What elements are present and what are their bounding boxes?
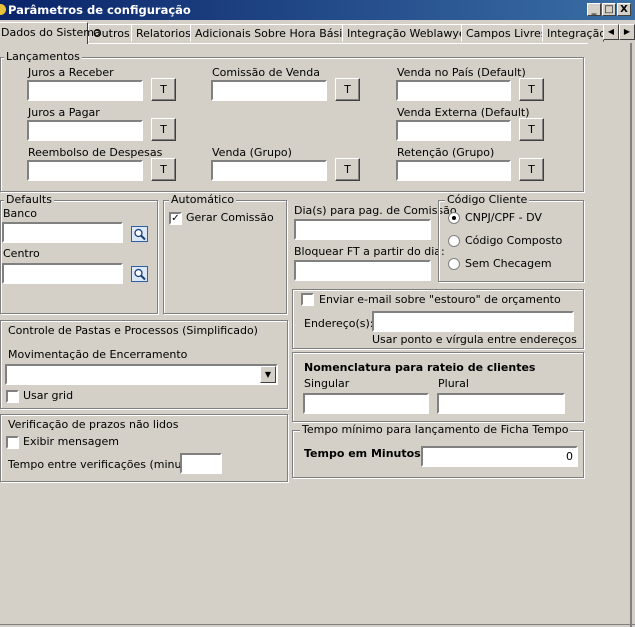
automatico-legend: Automático — [169, 193, 237, 206]
minimize-button[interactable]: _ — [587, 3, 601, 16]
juros-receber-label: Juros a Receber — [28, 66, 114, 79]
tab-adicionais[interactable]: Adicionais Sobre Hora Básica — [190, 24, 361, 42]
app-icon — [0, 4, 6, 15]
enderecos-hint: Usar ponto e vírgula entre endereços — [372, 333, 577, 346]
venda-pais-label: Venda no País (Default) — [397, 66, 526, 79]
centro-label: Centro — [3, 247, 40, 260]
centro-input[interactable] — [2, 263, 123, 284]
juros-receber-input[interactable] — [27, 80, 143, 101]
venda-pais-input[interactable] — [396, 80, 511, 101]
pastas-title: Controle de Pastas e Processos (Simplifi… — [8, 324, 258, 337]
venda-externa-t-button[interactable]: T — [519, 118, 544, 141]
maximize-button[interactable]: □ — [602, 3, 616, 16]
enderecos-label: Endereço(s): — [304, 317, 374, 330]
verificacao-title: Verificação de prazos não lidos — [8, 418, 179, 431]
singular-input[interactable] — [303, 393, 429, 414]
exibir-mensagem-checkbox[interactable] — [6, 436, 19, 449]
codigo-cliente-legend: Código Cliente — [445, 193, 530, 206]
retencao-grupo-label: Retenção (Grupo) — [397, 146, 495, 159]
retencao-grupo-input[interactable] — [396, 160, 511, 181]
radio-selected-dot — [452, 216, 456, 220]
tab-strip: Dados do Sistema Outros Relatorios Adici… — [0, 22, 635, 44]
tempo-minimo-legend: Tempo mínimo para lançamento de Ficha Te… — [300, 423, 571, 436]
tab-scroll-left-icon[interactable]: ◀ — [603, 24, 619, 40]
reembolso-label: Reembolso de Despesas — [28, 146, 163, 159]
bloquear-ft-input[interactable] — [294, 260, 431, 281]
plural-input[interactable] — [437, 393, 565, 414]
venda-pais-t-button[interactable]: T — [519, 78, 544, 101]
window-bottom-edge — [0, 624, 635, 625]
gerar-comissao-label: Gerar Comissão — [186, 211, 274, 224]
comissao-venda-t-button[interactable]: T — [335, 78, 360, 101]
defaults-legend: Defaults — [4, 193, 54, 206]
tempo-minutos-label: Tempo em Minutos — [304, 447, 421, 460]
banco-label: Banco — [3, 207, 38, 220]
movimentacao-select[interactable]: ▼ — [5, 364, 278, 385]
radio-cnpj-cpf[interactable] — [448, 212, 460, 224]
dias-pag-comissao-input[interactable] — [294, 219, 431, 240]
juros-receber-t-button[interactable]: T — [151, 78, 176, 101]
venda-grupo-input[interactable] — [211, 160, 327, 181]
chevron-down-icon[interactable]: ▼ — [260, 366, 276, 383]
enderecos-input[interactable] — [372, 311, 574, 332]
tempo-entre-label: Tempo entre verificações (minutos): — [8, 458, 207, 471]
venda-grupo-t-button[interactable]: T — [335, 158, 360, 181]
comissao-venda-input[interactable] — [211, 80, 327, 101]
retencao-grupo-t-button[interactable]: T — [519, 158, 544, 181]
tab-integracao-weblawyer[interactable]: Integração Weblawyer — [342, 24, 476, 42]
banco-lookup-icon[interactable] — [131, 226, 148, 242]
usar-grid-checkbox[interactable] — [6, 390, 19, 403]
tempo-entre-input[interactable] — [180, 453, 222, 474]
usar-grid-label: Usar grid — [23, 389, 74, 402]
nomenclatura-title: Nomenclatura para rateio de clientes — [304, 361, 536, 374]
radio-sem-checagem-label: Sem Checagem — [465, 257, 552, 270]
venda-externa-input[interactable] — [396, 120, 511, 141]
tab-scroll-right-icon[interactable]: ▶ — [619, 24, 635, 40]
tempo-minutos-input[interactable] — [421, 446, 578, 467]
juros-pagar-t-button[interactable]: T — [151, 118, 176, 141]
enviar-email-checkbox[interactable] — [301, 293, 314, 306]
window-title: Parâmetros de configuração — [8, 3, 191, 17]
centro-lookup-icon[interactable] — [131, 266, 148, 282]
tab-campos-livres[interactable]: Campos Livres — [461, 24, 552, 42]
exibir-mensagem-label: Exibir mensagem — [23, 435, 119, 448]
radio-codigo-composto-label: Código Composto — [465, 234, 563, 247]
gerar-comissao-checkbox[interactable]: ✓ — [169, 212, 182, 225]
radio-cnpj-cpf-label: CNPJ/CPF - DV — [465, 211, 542, 224]
radio-codigo-composto[interactable] — [448, 235, 460, 247]
reembolso-input[interactable] — [27, 160, 143, 181]
singular-label: Singular — [304, 377, 350, 390]
movimentacao-label: Movimentação de Encerramento — [8, 348, 188, 361]
plural-label: Plural — [438, 377, 469, 390]
title-bar: Parâmetros de configuração _ □ X — [0, 0, 635, 20]
tab-dados-do-sistema[interactable]: Dados do Sistema — [0, 22, 101, 44]
reembolso-t-button[interactable]: T — [151, 158, 176, 181]
venda-externa-label: Venda Externa (Default) — [397, 106, 530, 119]
tab-relatorios[interactable]: Relatorios — [131, 24, 196, 42]
lancamentos-legend: Lançamentos — [4, 50, 82, 63]
tab-integracao[interactable]: Integração — [542, 24, 604, 42]
juros-pagar-input[interactable] — [27, 120, 143, 141]
bloquear-ft-label: Bloquear FT a partir do dia: — [294, 245, 445, 258]
close-button[interactable]: X — [617, 3, 631, 16]
radio-sem-checagem[interactable] — [448, 258, 460, 270]
venda-grupo-label: Venda (Grupo) — [212, 146, 292, 159]
comissao-venda-label: Comissão de Venda — [212, 66, 320, 79]
banco-input[interactable] — [2, 222, 123, 243]
enviar-email-label: Enviar e-mail sobre "estouro" de orçamen… — [319, 293, 561, 306]
juros-pagar-label: Juros a Pagar — [28, 106, 100, 119]
window-edge — [630, 43, 632, 627]
dias-pag-comissao-label: Dia(s) para pag. de Comissão — [294, 204, 457, 217]
